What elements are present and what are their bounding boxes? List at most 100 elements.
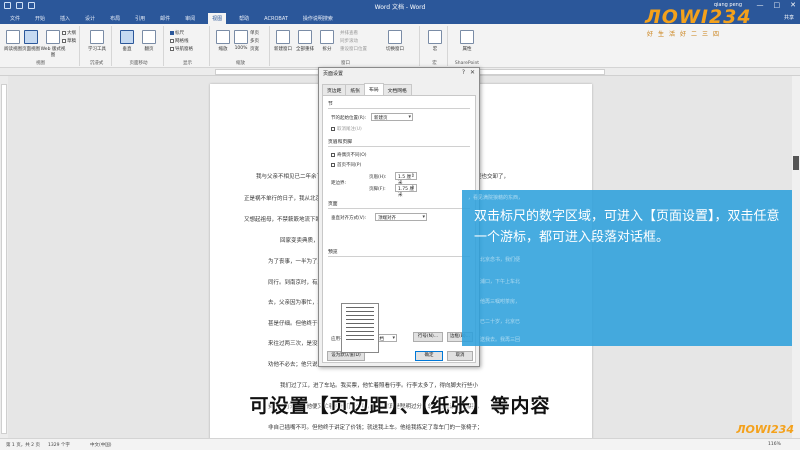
properties-button[interactable]: 属性 [456,30,478,52]
language[interactable]: 中文(中国) [90,442,112,448]
section-start-label: 节的起始位置(R): [331,116,367,121]
window-group: 新建窗口 全部重排 拆分 并排查看 同步滚动 重设窗口位置 切换窗口 窗口 [272,26,420,66]
tab-view[interactable]: 视图 [208,13,227,24]
video-subtitle: 可设置【页边距】、【纸张】等内容 [249,395,551,417]
macros-icon [428,30,442,44]
print-layout-button[interactable]: 页面视图 [20,30,42,52]
page-width-button[interactable]: 页宽 [250,46,259,52]
headers-heading: 页眉和页脚 [328,140,352,145]
tab-acrobat[interactable]: ACROBAT [262,16,290,24]
section-heading: 节 [328,102,333,107]
unchecked-icon [170,46,174,51]
cancel-button[interactable]: 取消 [447,351,473,361]
tab-references[interactable]: 引用 [133,15,147,24]
reset-window-button[interactable]: 重设窗口位置 [340,46,367,52]
switch-window-button[interactable]: 切换窗口 [384,30,406,52]
unchecked-icon [331,126,335,131]
new-window-button[interactable]: 新建窗口 [272,30,294,52]
logo-text: ЛOWI234 [645,6,752,28]
help-icon[interactable]: ? [462,69,465,76]
one-page-button[interactable]: 单页 [250,30,259,36]
tell-me-search[interactable]: 操作说明搜索 [301,15,335,24]
faint-text: 送我去。我再三回 [480,337,521,343]
tab-insert[interactable]: 插入 [58,15,72,24]
vertical-scrollbar[interactable] [792,76,800,438]
close-window-button[interactable]: ✕ [790,1,796,9]
sync-scroll-button[interactable]: 同步滚动 [340,38,358,44]
side-by-side-button[interactable]: 并排查看 [340,30,358,36]
learning-tools-icon [90,30,104,44]
immersive-group: 学习工具 沉浸式 [82,26,112,66]
switch-window-icon [388,30,402,44]
vertical-ruler[interactable] [0,76,8,438]
brand-logo: ЛOWI234 好生活好二三四 [645,6,775,48]
section-start-select[interactable]: 新建页 [371,113,413,121]
dialog-title: 页面设置 [323,71,344,77]
footer-distance-label: 页脚(F): [369,187,386,192]
faint-text: 浦口，下午上车北 [480,279,521,285]
preview-line [346,315,374,316]
side-to-side-button[interactable]: 翻页 [138,30,160,52]
arrange-all-icon [298,30,312,44]
tab-review[interactable]: 审阅 [183,15,197,24]
learning-tools-button[interactable]: 学习工具 [86,30,108,52]
macros-button[interactable]: 宏 [424,30,446,52]
share-button[interactable]: 共享 [784,14,794,21]
vertical-button[interactable]: 垂直 [116,30,138,52]
page-setup-dialog: 页面设置 ? ✕ 页边距 纸张 布局 文档网格 节 节的起始位置(R): 新建页… [318,67,480,367]
page-movement-group: 垂直 翻页 页面移动 [114,26,164,66]
preview-line [346,319,374,320]
draft-icon [62,38,66,43]
tab-mailings[interactable]: 邮件 [158,15,172,24]
watermark-logo: ЛOWI234 [736,423,794,436]
web-layout-icon [46,30,60,44]
header-distance-label: 页眉(H): [369,175,387,180]
zoom-level[interactable]: 116% [768,442,781,447]
preview-line [346,335,374,336]
odd-even-checkbox[interactable]: 奇偶页不同(O) [331,152,367,158]
preview-line [346,331,374,332]
tab-file[interactable]: 文件 [8,15,22,24]
footer-distance-input[interactable]: 1.75 厘米 [395,184,417,198]
zoom-100-button[interactable]: 100% [230,30,252,51]
suppress-endnotes-checkbox[interactable]: 取消尾注(U) [331,126,362,132]
ok-button[interactable]: 确定 [415,351,443,361]
split-icon [320,30,334,44]
multi-page-button[interactable]: 多页 [250,38,259,44]
header-distance-input[interactable]: 1.5 厘米 [395,172,417,186]
vertical-icon [120,30,134,44]
show-group: 标尺 网格线 导航窗格 显示 [166,26,210,66]
draft-button[interactable]: 草稿 [62,38,76,44]
gridlines-checkbox[interactable]: 网格线 [170,38,189,44]
arrange-all-button[interactable]: 全部重排 [294,30,316,52]
word-count[interactable]: 1329 个字 [48,442,70,448]
dialog-close-button[interactable]: ✕ [470,69,475,76]
side-to-side-icon [142,30,156,44]
preview-line [346,327,374,328]
doc-line: 非自己插嘴不可。但他终于讲定了价钱；就送我上车。他给我拣定了靠车门的一张椅子； [268,425,483,431]
page-count[interactable]: 第 1 页，共 2 页 [6,442,40,448]
scrollbar-thumb[interactable] [793,156,799,170]
tab-design[interactable]: 设计 [83,15,97,24]
tab-home[interactable]: 开始 [33,15,47,24]
print-layout-icon [24,30,38,44]
tab-layout[interactable]: 布局 [108,15,122,24]
vertical-ruler-number-area[interactable] [1,84,7,434]
status-bar: 第 1 页，共 2 页 1329 个字 中文(中国) 116% [0,438,800,450]
magnifier-icon [216,30,230,44]
nav-pane-checkbox[interactable]: 导航窗格 [170,46,193,52]
line-numbers-button[interactable]: 行号(N)... [413,332,443,342]
valign-select[interactable]: 顶端对齐 [375,213,427,221]
from-edge-label: 距边界: [331,181,347,186]
divider [328,256,470,257]
ruler-checkbox[interactable]: 标尺 [170,30,184,36]
tip-text: 双击标尺的数字区域，可进入【页面设置】，双击任意一个游标，都可进入段落对话框。 [474,209,780,245]
preview-line [346,323,374,324]
preview-line [346,339,374,340]
first-page-checkbox[interactable]: 首页不同(P) [331,162,361,168]
preview-line [346,307,374,308]
tab-help[interactable]: 帮助 [237,15,251,24]
faint-text: 他再三嘱咐茶房， [480,299,521,305]
outline-button[interactable]: 大纲 [62,30,76,36]
split-button[interactable]: 拆分 [316,30,338,52]
